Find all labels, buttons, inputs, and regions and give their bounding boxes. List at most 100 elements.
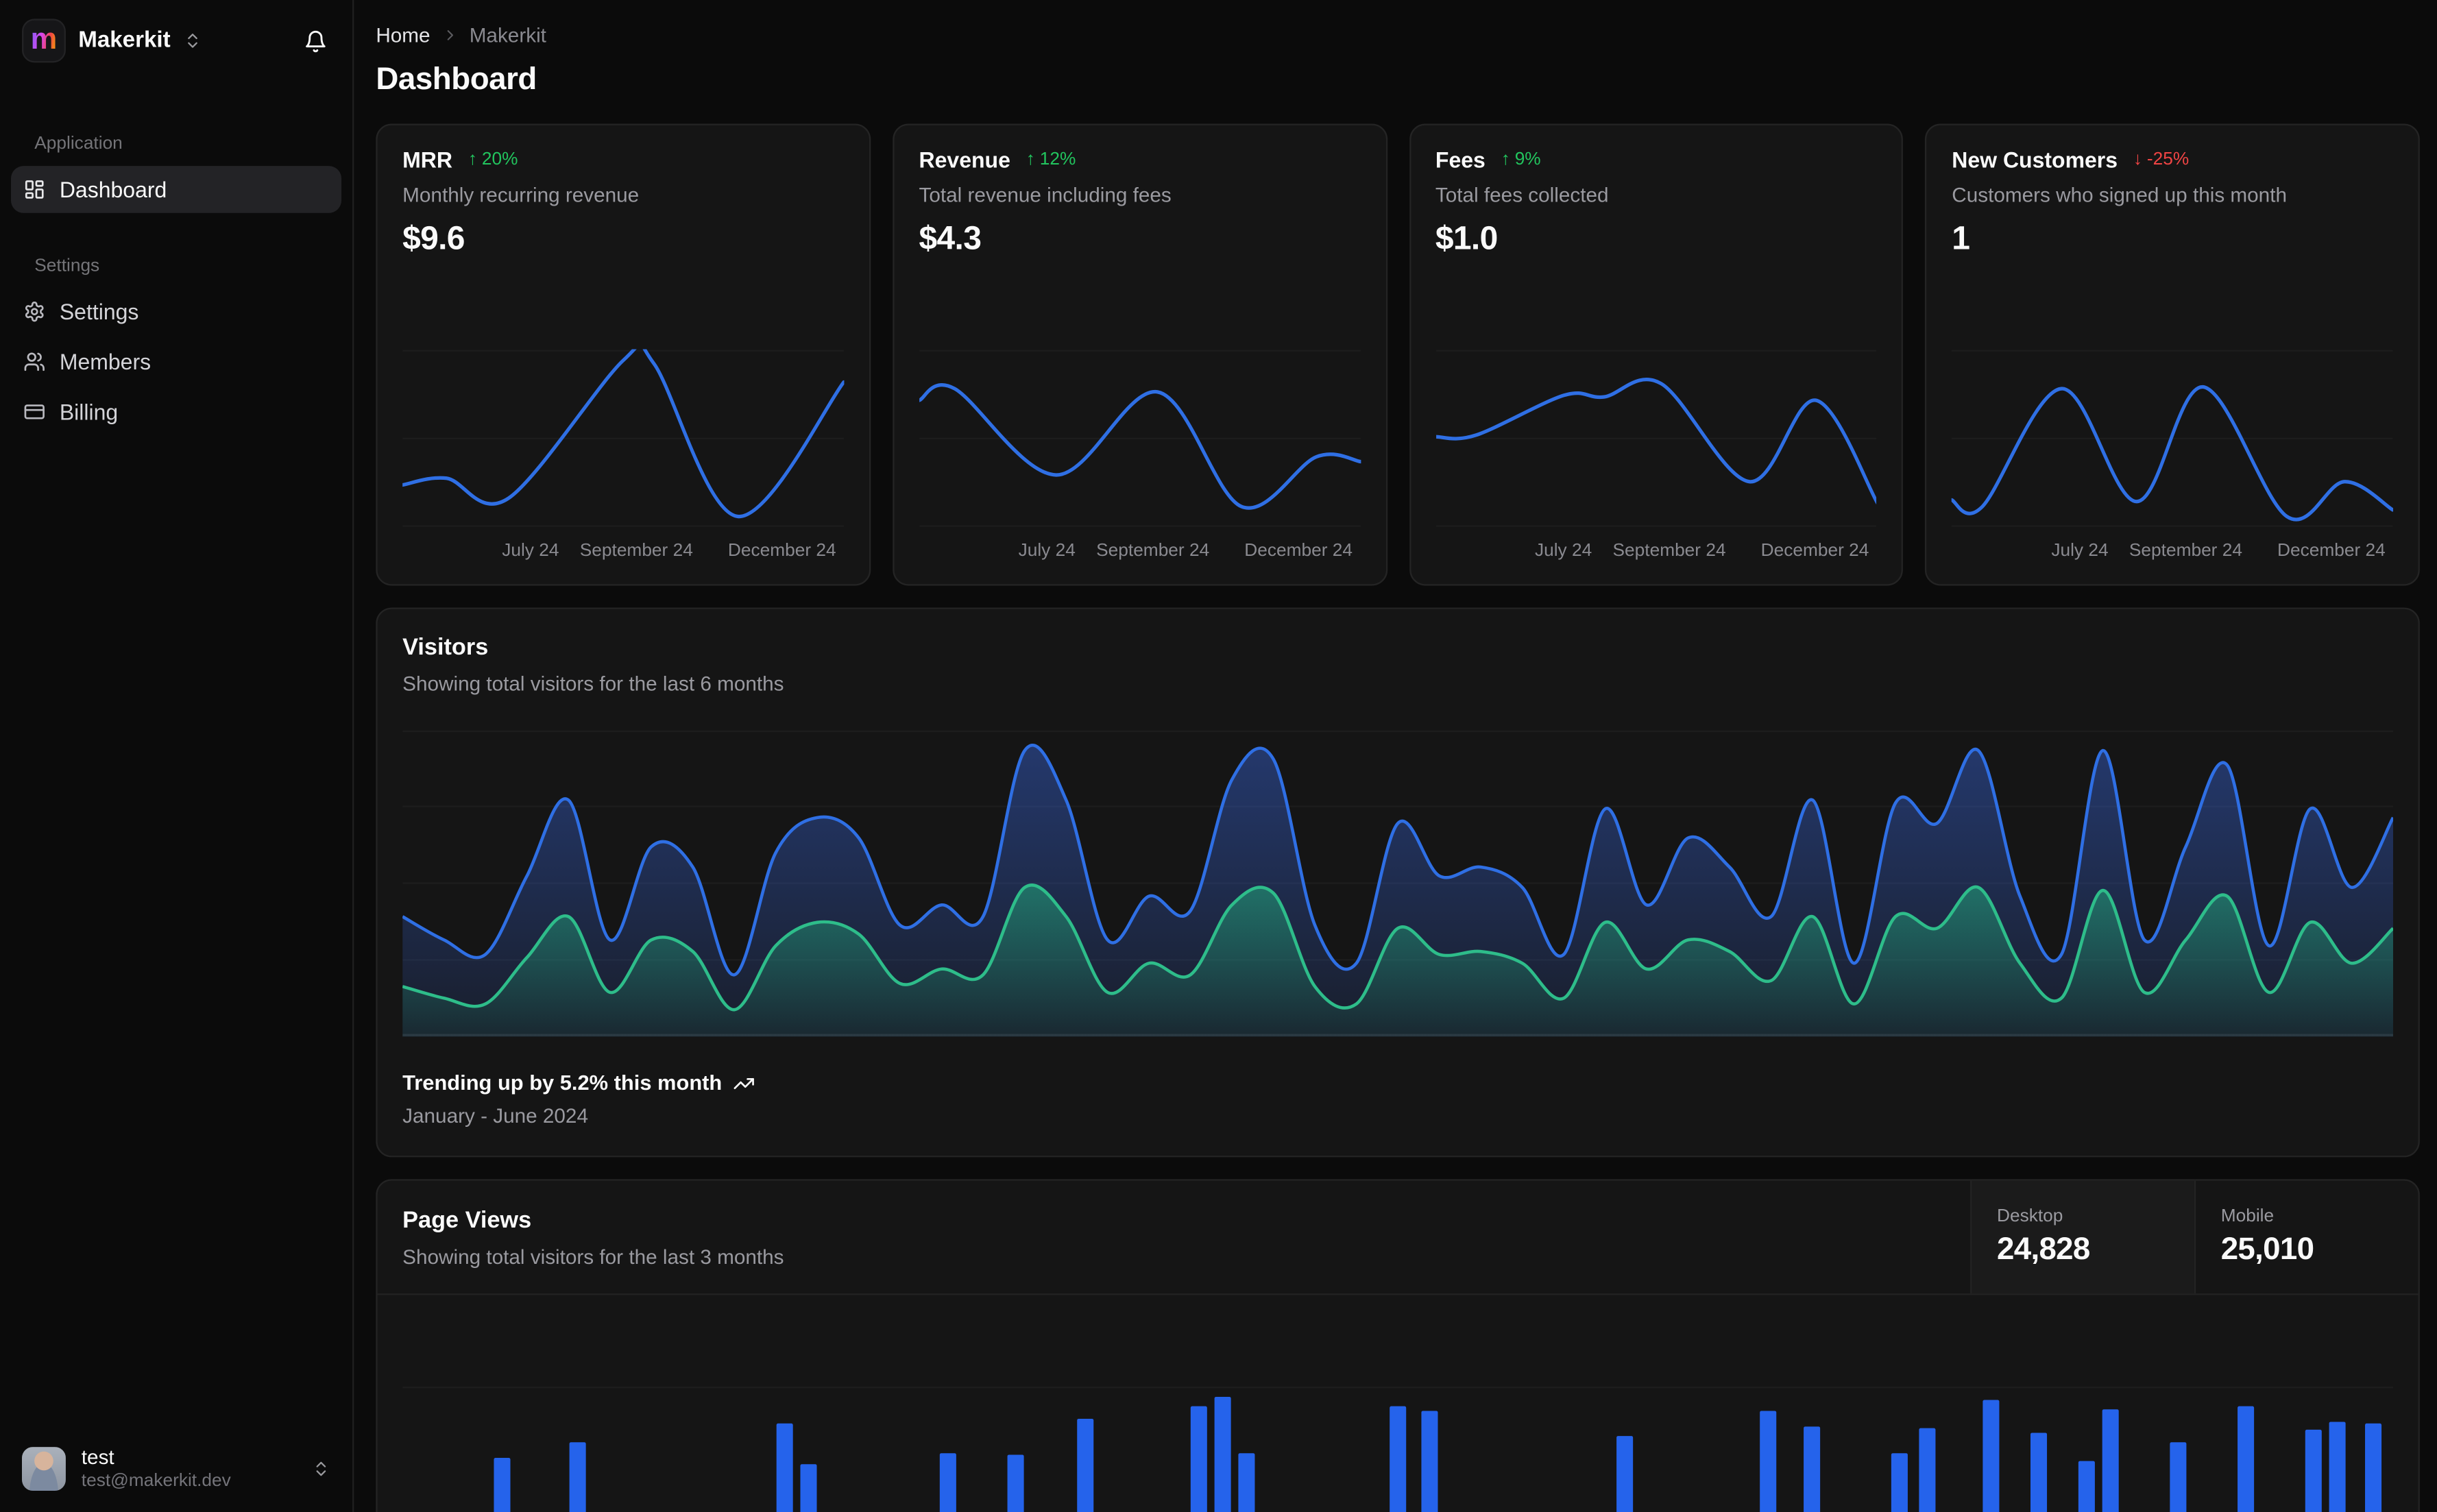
x-axis-tick: September 24 [1612,541,1726,561]
page-views-bar [939,1453,956,1512]
x-axis-tick: December 24 [1760,541,1869,561]
page-views-toggle-desktop[interactable]: Desktop 24,828 [1970,1180,2194,1294]
x-axis-tick: July 24 [502,541,559,561]
toggle-label: Mobile [2220,1206,2275,1226]
trend-value: -25% [2146,150,2190,169]
visitors-date-range: January - June 2024 [402,1103,588,1127]
page-views-bar [2238,1406,2255,1512]
page-views-bar [2078,1461,2095,1512]
page-views-bar [800,1464,817,1512]
stat-card-value: $9.6 [402,221,465,257]
stat-card-mini-chart: July 24 September 24 December 24 [1952,349,2394,571]
toggle-label: Desktop [1996,1206,2063,1226]
chevron-right-icon [441,27,459,44]
sidebar-item-settings[interactable]: Settings [11,288,341,335]
user-email: test@makerkit.dev [81,1471,231,1491]
stat-card-head: Fees ↑ 9% [1435,147,1877,173]
trend-value: 9% [1514,150,1541,169]
stat-card-subtitle: Customers who signed up this month [1952,183,2287,207]
page-views-bar [1390,1406,1407,1512]
stat-card-value: $1.0 [1435,221,1498,257]
visitors-title: Visitors [402,634,489,661]
page-views-bar [1190,1406,1207,1512]
page-views-bar [569,1442,586,1512]
stat-cards-row: MRR ↑ 20% Monthly recurring revenue $9.6 July… [376,123,2420,586]
logo-letter: m [30,23,58,56]
page-views-bar [494,1458,511,1512]
chevrons-up-down-icon [187,34,197,48]
user-menu-button[interactable]: test test@makerkit.dev [21,1443,330,1493]
stat-card-value: 1 [1952,221,1970,257]
visitors-trend: Trending up by 5.2% this month [402,1071,2393,1095]
stat-card-head: New Customers ↓ -25% [1952,147,2393,173]
sidebar-item-label: Settings [59,299,139,324]
sidebar-item-label: Billing [59,399,119,425]
page-views-bar [1238,1453,1255,1512]
page-views-toggle-mobile[interactable]: Mobile 25,010 [2194,1180,2418,1294]
breadcrumb-current: Makerkit [469,23,546,47]
x-axis-labels: July 24 September 24 December 24 [919,534,1361,572]
x-axis-labels: July 24 September 24 December 24 [402,534,844,572]
nav-section-settings: Settings Settings Members Billing [11,257,341,435]
trend-badge: ↑ 9% [1501,150,1541,169]
x-axis-tick: September 24 [579,541,693,561]
settings-icon [25,301,44,322]
visitors-subtitle: Showing total visitors for the last 6 mo… [402,672,784,696]
page-views-header: Page Views Showing total visitors for th… [377,1180,2418,1295]
sidebar-item-members[interactable]: Members [11,338,341,385]
x-axis-tick: September 24 [1096,541,1210,561]
x-axis-tick: December 24 [1244,541,1353,561]
page-views-bar [1214,1396,1231,1512]
page-views-bar [2170,1442,2187,1512]
breadcrumb-home-link[interactable]: Home [376,23,430,47]
arrow-down-icon: ↓ [2133,150,2143,169]
trend-badge: ↓ -25% [2133,150,2189,169]
page-views-bar-chart [402,1387,2394,1512]
stat-card-new-customers: New Customers ↓ -25% Customers who signed u… [1925,123,2420,586]
sidebar-item-billing[interactable]: Billing [11,389,341,436]
stat-card-title: Revenue [919,147,1010,173]
x-axis-labels: July 24 September 24 December 24 [1435,534,1877,572]
stat-card-title: Fees [1435,147,1486,173]
chevrons-up-down-icon [316,1461,326,1476]
stat-card-mini-chart: July 24 September 24 December 24 [402,349,844,571]
nav-section-application: Application Dashboard [10,134,342,213]
nav-section-label: Application [34,134,123,154]
stat-card-mini-chart: July 24 September 24 December 24 [919,349,1361,571]
page-views-bar [2329,1422,2346,1512]
workspace-selector[interactable]: m Makerkit [21,19,202,63]
trend-badge: ↑ 12% [1026,150,1076,169]
page-views-bar [1421,1411,1438,1512]
trend-value: 20% [481,150,518,169]
visitors-footer: Trending up by 5.2% this month January -… [402,1071,2393,1127]
dashboard-icon [25,180,44,199]
workspace-name: Makerkit [78,28,171,53]
user-name: test [81,1446,114,1470]
makerkit-logo: m [21,19,66,63]
sidebar-item-dashboard[interactable]: Dashboard [10,166,342,213]
stat-card-value: $4.3 [919,221,982,257]
page-views-bar [1919,1428,1936,1512]
nav-section-label: Settings [34,256,100,276]
sidebar-item-label: Members [59,349,151,375]
page-views-subtitle: Showing total visitors for the last 3 mo… [402,1245,784,1269]
page-views-title: Page Views [402,1207,532,1234]
page-views-bar [776,1423,793,1512]
trending-up-icon [733,1077,754,1088]
sidebar-item-label: Dashboard [59,177,167,202]
stat-card-subtitle: Total fees collected [1435,183,1609,207]
sidebar: m Makerkit Application Dashboard Settings S… [0,0,354,1512]
members-icon [24,352,45,371]
page-views-bar [1077,1418,1094,1512]
stat-card-mini-chart: July 24 September 24 December 24 [1435,349,1877,571]
x-axis-tick: July 24 [1018,541,1076,561]
main-content: Home Makerkit Dashboard MRR ↑ 20% Monthly r… [354,0,2437,1512]
visitors-area-chart [402,730,2394,1037]
avatar [21,1447,66,1491]
stat-card-title: New Customers [1952,147,2118,173]
sidebar-header: m Makerkit [21,19,330,63]
stat-card-fees: Fees ↑ 9% Total fees collected $1.0 July 24 Se… [1409,123,1904,586]
breadcrumb: Home Makerkit [376,23,2420,47]
page-views-bar [1804,1426,1821,1512]
notifications-button[interactable] [301,26,330,56]
